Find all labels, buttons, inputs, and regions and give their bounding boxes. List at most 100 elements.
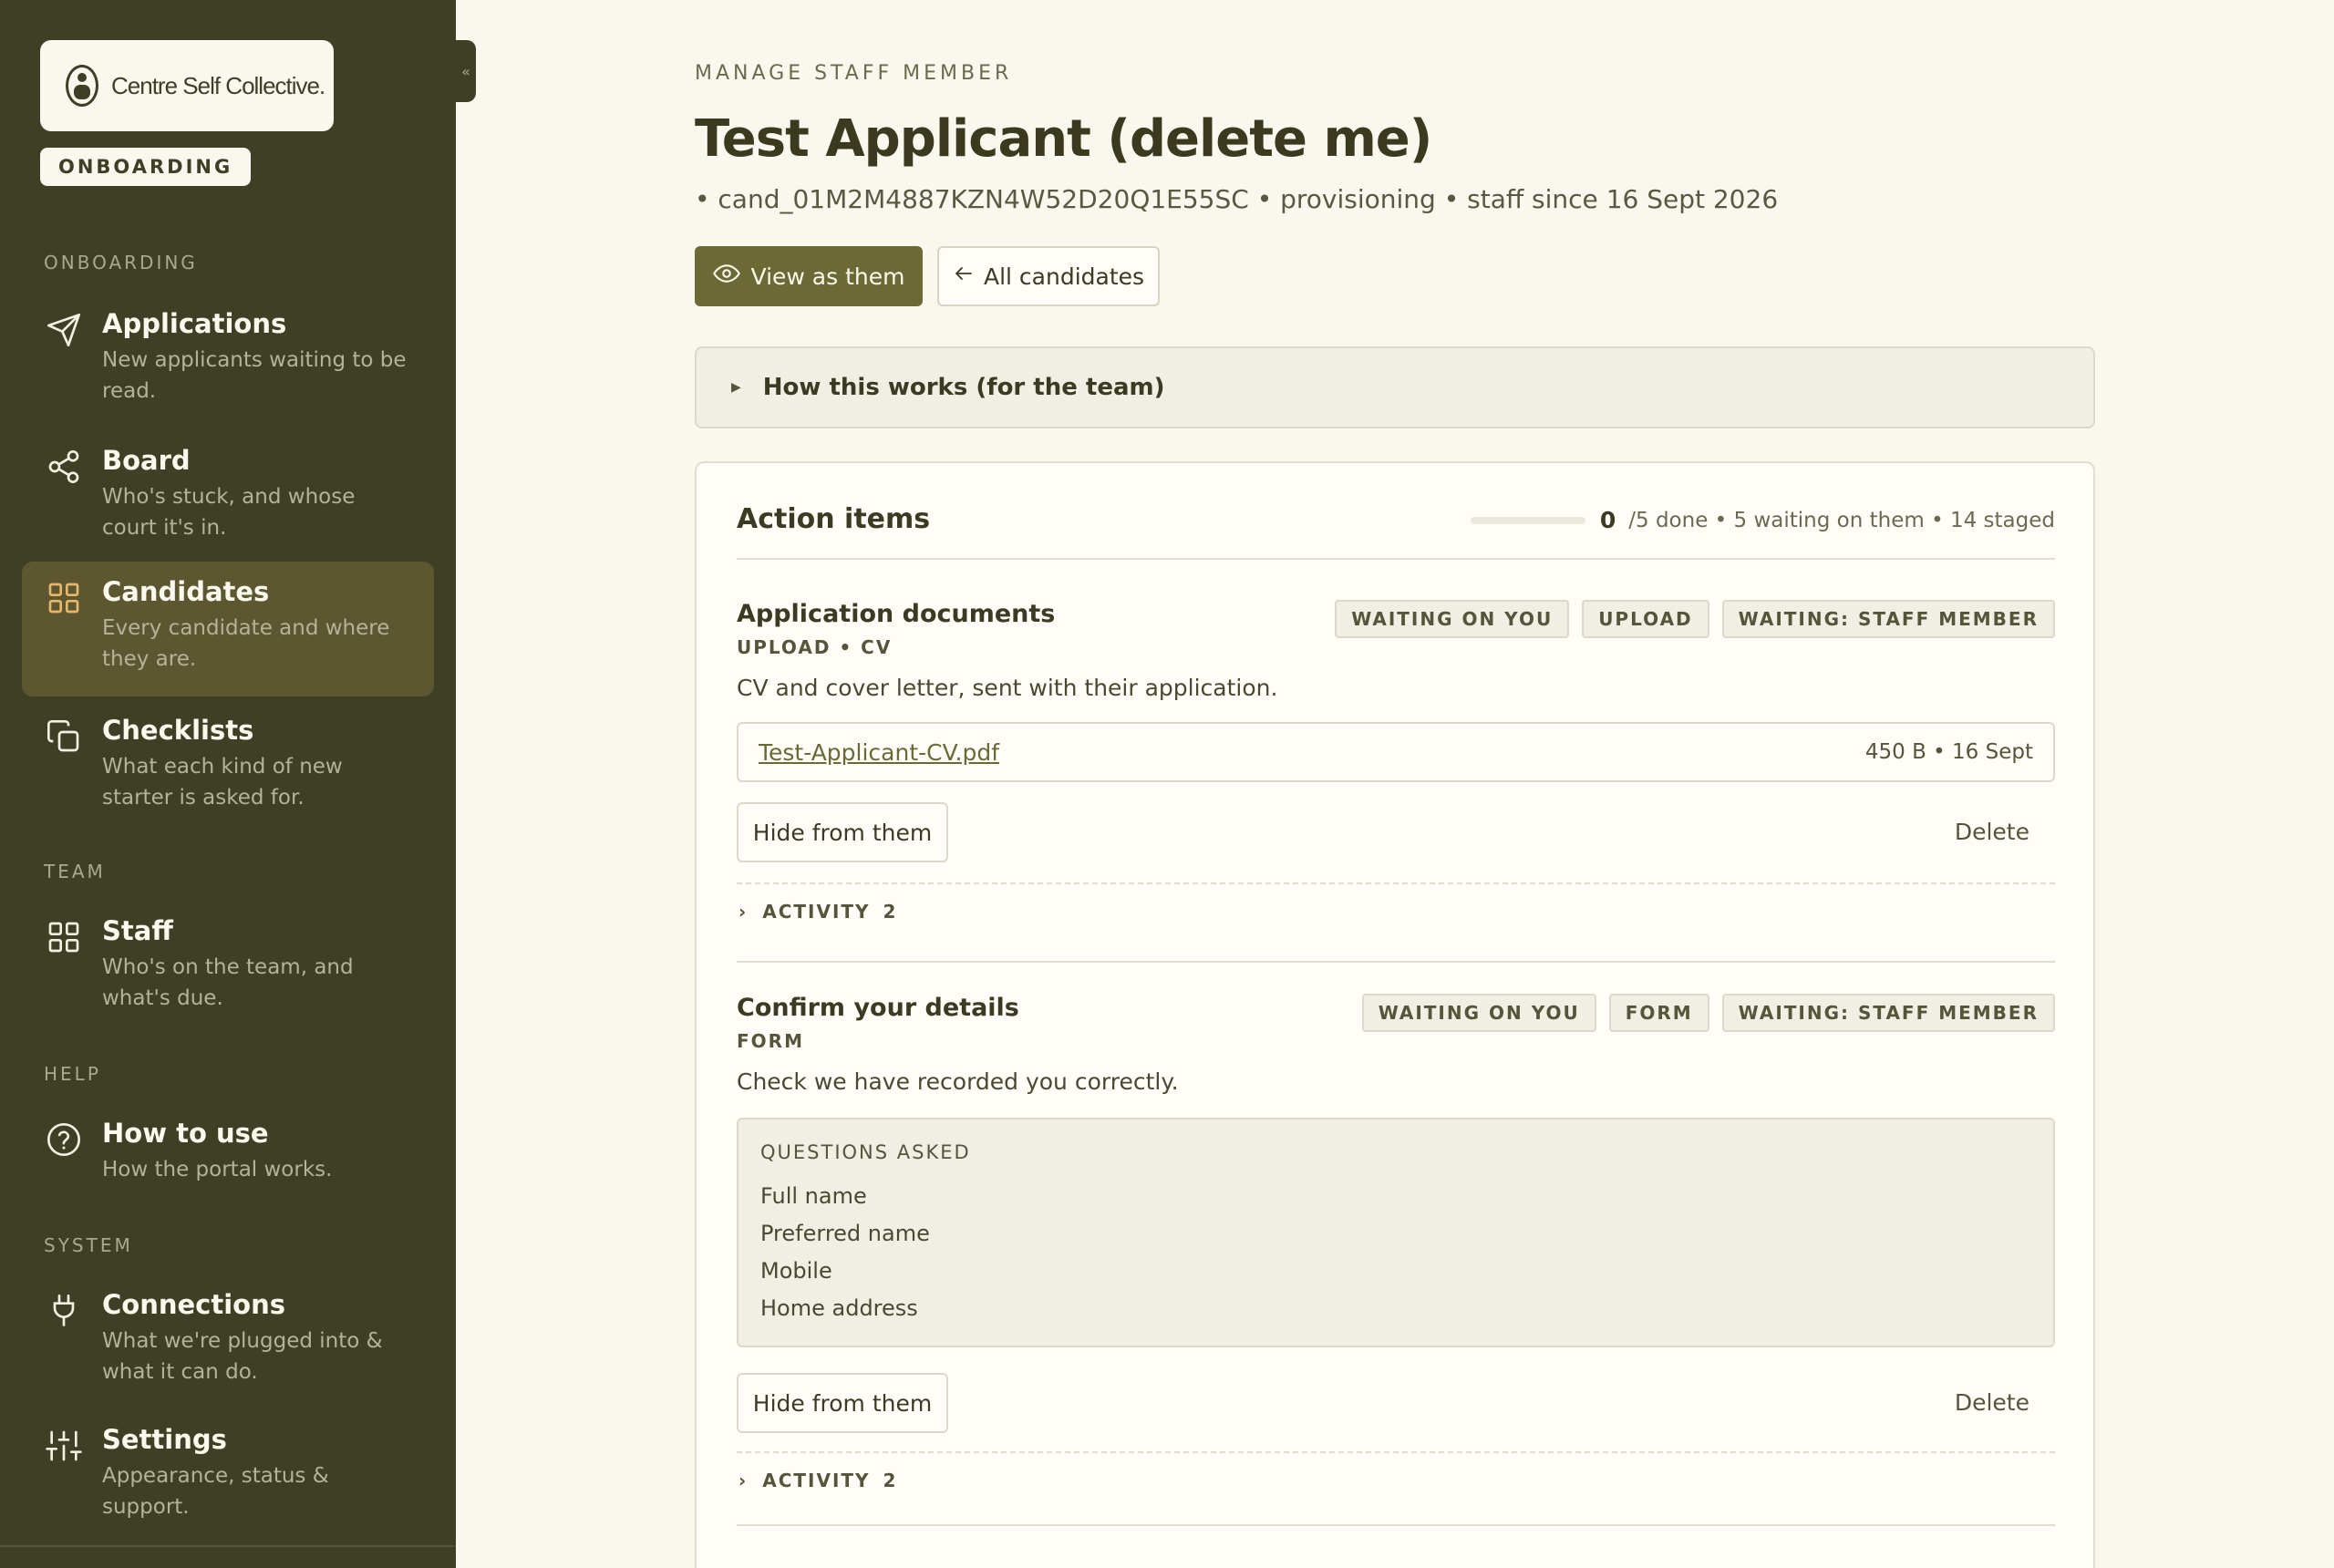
status-badge: WAITING ON YOU: [1335, 600, 1570, 638]
action-item-type: UPLOAD • CV: [737, 636, 893, 658]
sidebar-item-desc: New applicants waiting to be read.: [102, 348, 407, 403]
delete-button[interactable]: Delete: [1955, 1389, 2029, 1416]
question-item: Preferred name: [760, 1221, 930, 1246]
progress-bar: [1470, 516, 1585, 524]
action-items-card: Action items 0 /5 done • 5 waiting on th…: [695, 461, 2095, 1568]
sidebar-item-title: Applications: [102, 308, 287, 339]
logo-text: Centre Self Collective.: [111, 71, 325, 99]
all-candidates-button[interactable]: All candidates: [937, 246, 1160, 306]
sidebar-item-title: Board: [102, 445, 191, 476]
progress-summary: /5 done • 5 waiting on them • 14 staged: [1628, 508, 2055, 532]
chevron-right-icon: ›: [738, 901, 749, 923]
sidebar-item-how-to-use[interactable]: How to use How the portal works.: [22, 1103, 434, 1200]
action-item: Application documents UPLOAD • CV WAITIN…: [737, 600, 2055, 961]
sidebar-item-connections[interactable]: Connections What we're plugged into & wh…: [22, 1274, 434, 1402]
sidebar-item-board[interactable]: Board Who's stuck, and whose court it's …: [22, 430, 434, 558]
action-item-tags: WAITING ON YOU UPLOAD WAITING: STAFF MEM…: [1335, 600, 2055, 638]
questions-asked-label: QUESTIONS ASKED: [760, 1141, 971, 1163]
uploaded-file-row: Test-Applicant-CV.pdf 450 B • 16 Sept: [737, 722, 2055, 782]
hide-from-them-button[interactable]: Hide from them: [737, 802, 948, 862]
eye-icon: [712, 260, 740, 293]
send-icon: [46, 312, 82, 348]
sidebar-item-title: Candidates: [102, 576, 270, 607]
share-icon: [46, 449, 82, 485]
page-title: Test Applicant (delete me): [695, 109, 1432, 169]
view-as-them-button[interactable]: View as them: [695, 246, 923, 306]
sidebar-footer-divider: [0, 1545, 456, 1547]
nav-section-system: SYSTEM: [44, 1234, 133, 1256]
sidebar-item-checklists[interactable]: Checklists What each kind of new starter…: [22, 700, 434, 828]
delete-button[interactable]: Delete: [1955, 819, 2029, 845]
sidebar-item-desc: Who's stuck, and whose court it's in.: [102, 485, 356, 540]
type-badge: UPLOAD: [1582, 600, 1709, 638]
sidebar-item-desc: How the portal works.: [102, 1158, 333, 1181]
plug-icon: [46, 1293, 82, 1329]
help-circle-icon: [46, 1121, 82, 1158]
logo-mark-icon: [66, 65, 98, 107]
sidebar-item-staff[interactable]: Staff Who's on the team, and what's due.: [22, 901, 434, 1028]
chevron-right-icon: ›: [738, 1470, 749, 1491]
sidebar-item-title: Settings: [102, 1424, 227, 1455]
nav-section-help: HELP: [44, 1063, 101, 1085]
owner-badge: WAITING: STAFF MEMBER: [1721, 600, 2055, 638]
activity-count: 2: [883, 901, 898, 923]
action-items-header: Action items 0 /5 done • 5 waiting on th…: [737, 503, 2055, 560]
action-items-progress: 0 /5 done • 5 waiting on them • 14 stage…: [1470, 507, 2055, 533]
collapse-sidebar-button[interactable]: «: [456, 40, 476, 102]
status-badge: WAITING ON YOU: [1361, 994, 1596, 1032]
sidebar-item-desc: Appearance, status & support.: [102, 1464, 329, 1519]
nav-section-team: TEAM: [44, 861, 106, 882]
activity-toggle[interactable]: › ACTIVITY 2: [737, 1451, 2055, 1508]
question-item: Full name: [760, 1183, 867, 1209]
grid-icon: [46, 919, 82, 955]
action-items-title: Action items: [737, 503, 931, 535]
mode-badge: ONBOARDING: [40, 148, 252, 186]
action-item-title: Confirm your details: [737, 994, 1019, 1022]
copy-icon: [46, 718, 82, 755]
candidate-meta: • cand_01M2M4887KZN4W52D20Q1E55SC • prov…: [695, 184, 1779, 214]
item-divider: [737, 961, 2055, 963]
action-item-tags: WAITING ON YOU FORM WAITING: STAFF MEMBE…: [1361, 994, 2055, 1032]
hide-from-them-button[interactable]: Hide from them: [737, 1373, 948, 1433]
file-link[interactable]: Test-Applicant-CV.pdf: [759, 739, 999, 766]
sliders-icon: [46, 1428, 82, 1464]
action-item: Confirm your details FORM WAITING ON YOU…: [737, 994, 2055, 1541]
sidebar-item-title: Connections: [102, 1289, 285, 1320]
page-eyebrow: MANAGE STAFF MEMBER: [695, 62, 1013, 85]
grid-icon: [46, 580, 82, 616]
action-item-type: FORM: [737, 1030, 804, 1052]
sidebar-item-title: How to use: [102, 1118, 269, 1149]
question-item: Mobile: [760, 1258, 832, 1284]
sidebar-item-settings[interactable]: Settings Appearance, status & support.: [22, 1409, 434, 1537]
sidebar: Centre Self Collective. ONBOARDING ONBOA…: [0, 0, 456, 1568]
sidebar-item-applications[interactable]: Applications New applicants waiting to b…: [22, 294, 434, 421]
all-candidates-label: All candidates: [983, 263, 1145, 290]
activity-toggle[interactable]: › ACTIVITY 2: [737, 882, 2055, 939]
arrow-left-icon: [953, 263, 975, 290]
action-item-desc: Check we have recorded you correctly.: [737, 1068, 1179, 1095]
sidebar-item-desc: Who's on the team, and what's due.: [102, 955, 354, 1010]
sidebar-item-title: Checklists: [102, 715, 254, 746]
question-item: Home address: [760, 1295, 918, 1321]
file-meta: 450 B • 16 Sept: [1864, 740, 2033, 764]
sidebar-item-desc: What we're plugged into & what it can do…: [102, 1329, 383, 1384]
how-this-works-label: How this works (for the team): [762, 374, 1165, 401]
caret-right-icon: ▶: [731, 380, 741, 395]
item-divider: [737, 1524, 2055, 1526]
nav-section-onboarding: ONBOARDING: [44, 252, 198, 273]
action-item-title: Application documents: [737, 600, 1056, 628]
activity-count: 2: [883, 1470, 898, 1491]
view-as-them-label: View as them: [750, 263, 905, 290]
sidebar-item-title: Staff: [102, 915, 173, 946]
sidebar-item-desc: Every candidate and where they are.: [102, 616, 390, 671]
progress-done-count: 0: [1599, 507, 1616, 533]
sidebar-item-candidates[interactable]: Candidates Every candidate and where the…: [22, 562, 434, 696]
questions-asked-box: QUESTIONS ASKED Full name Preferred name…: [737, 1118, 2055, 1347]
owner-badge: WAITING: STAFF MEMBER: [1721, 994, 2055, 1032]
action-item-desc: CV and cover letter, sent with their app…: [737, 675, 1278, 701]
sidebar-item-desc: What each kind of new starter is asked f…: [102, 755, 343, 810]
type-badge: FORM: [1608, 994, 1709, 1032]
how-this-works-toggle[interactable]: ▶ How this works (for the team): [695, 346, 2095, 428]
brand-logo[interactable]: Centre Self Collective.: [40, 40, 334, 131]
activity-label: ACTIVITY: [762, 1470, 871, 1491]
